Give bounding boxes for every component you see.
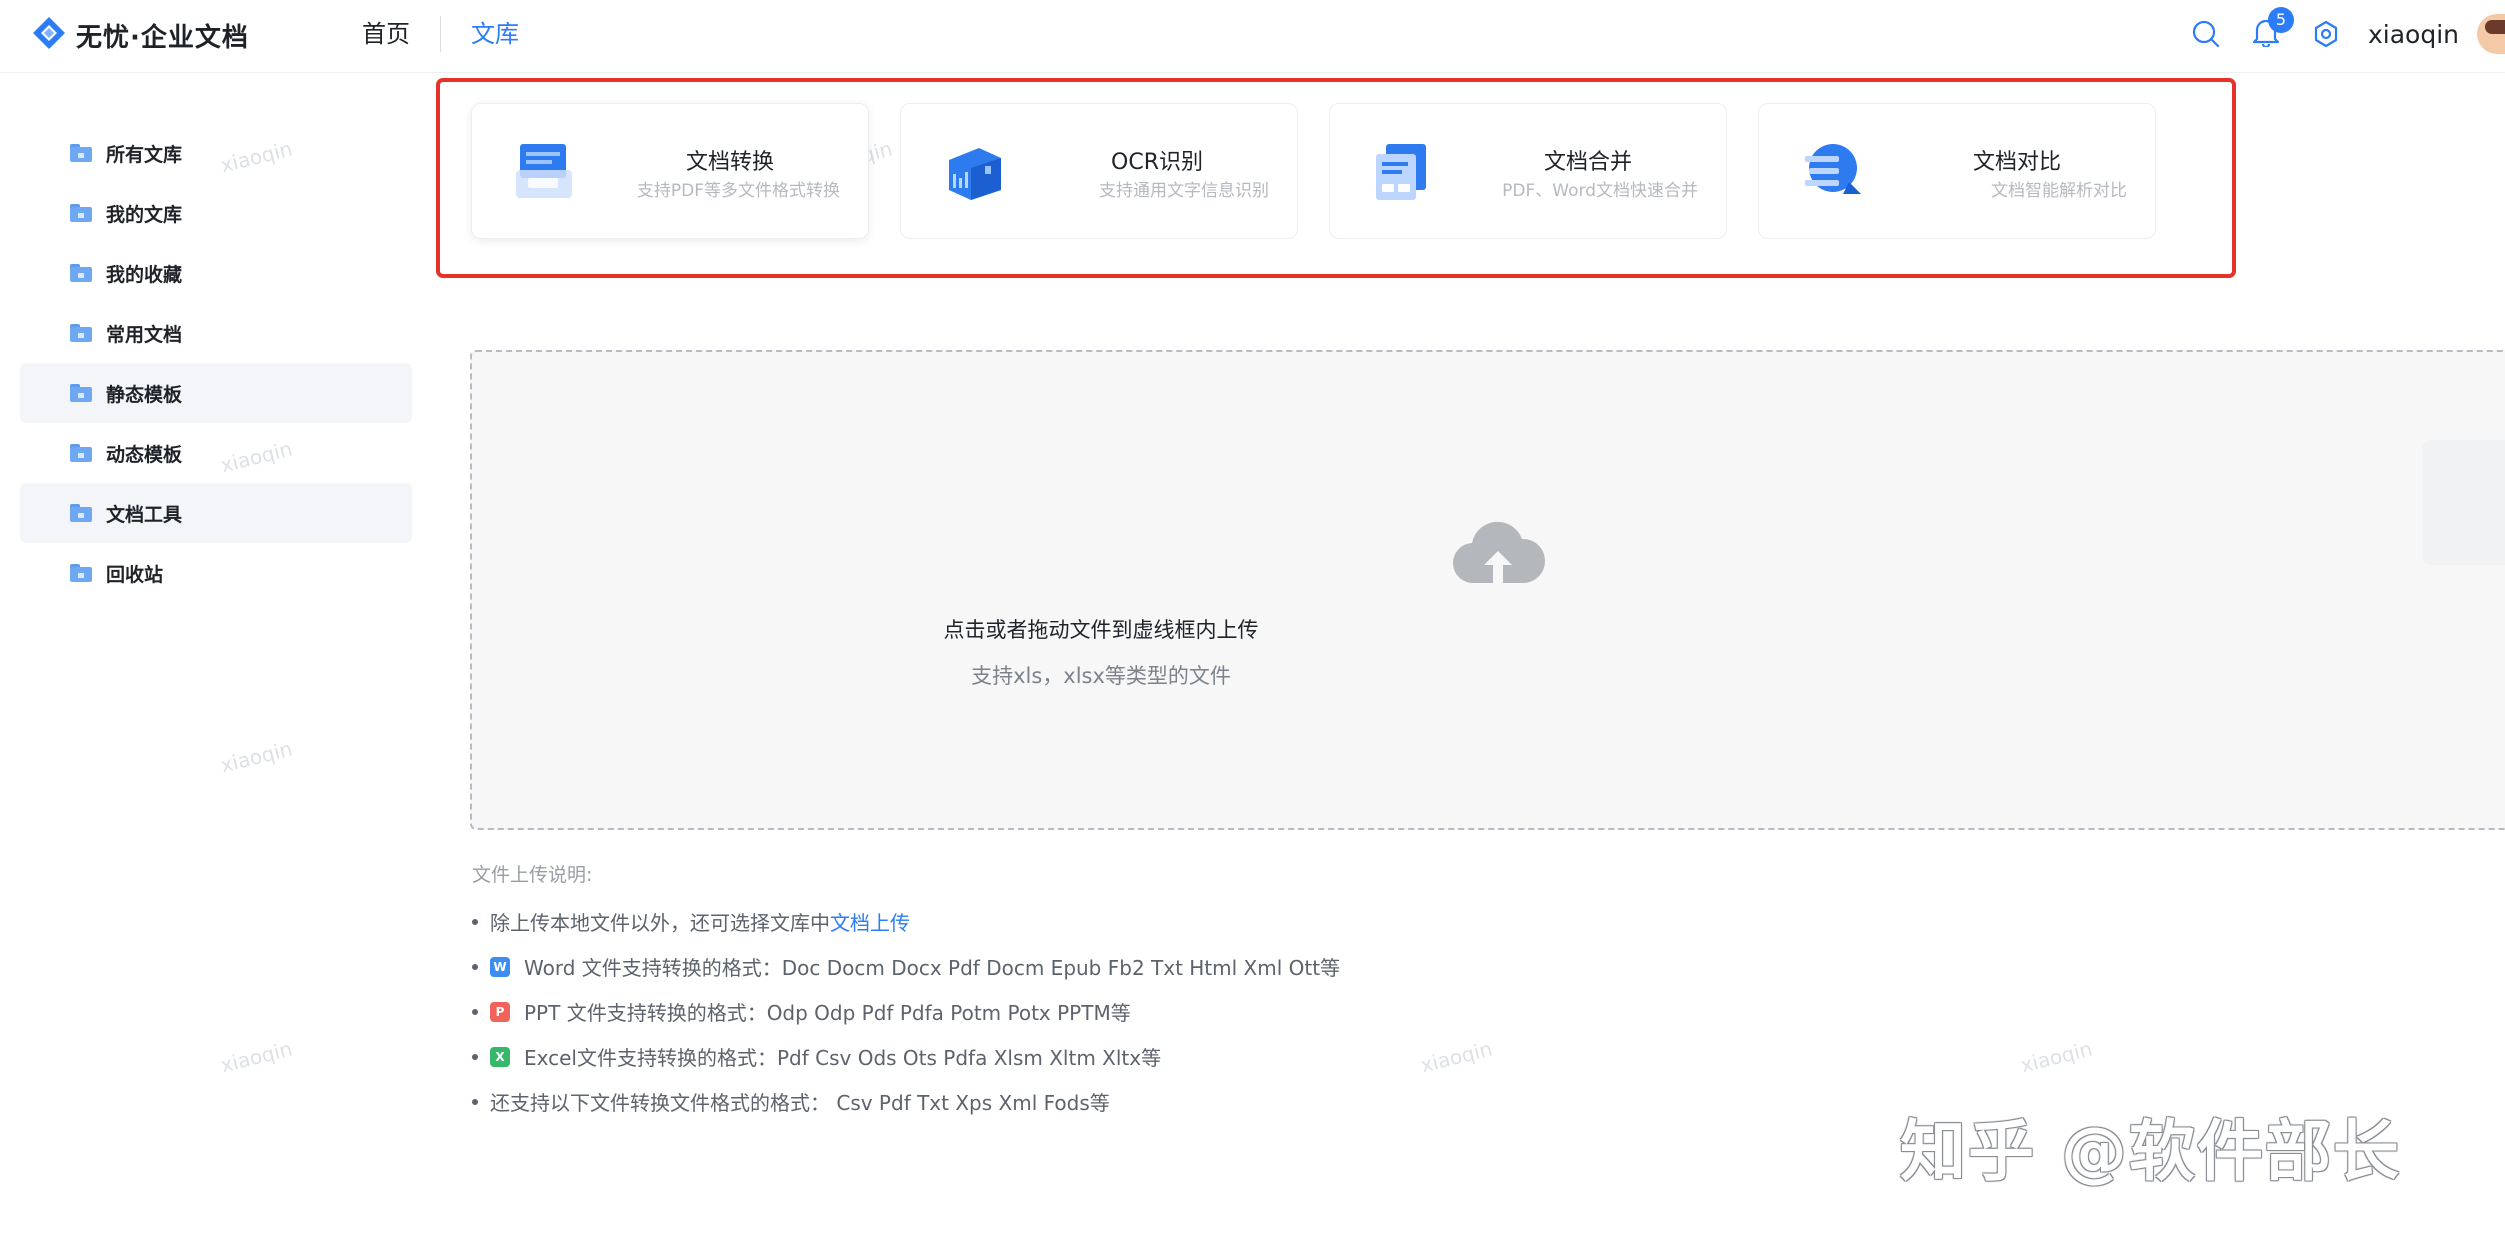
tool-card-doc-merge[interactable]: 文档合并 PDF、Word文档快速合并 — [1329, 103, 1727, 239]
sidebar-item-label: 所有文库 — [106, 143, 183, 166]
bullet-dot — [472, 1008, 478, 1015]
ppt-file-icon: P — [490, 1001, 510, 1022]
nav-library[interactable]: 文库 — [441, 17, 549, 51]
note-text: Excel文件支持转换的格式：Pdf Csv Ods Ots Pdfa Xlsm… — [524, 1046, 1162, 1070]
sidebar: 所有文库 我的文库 我的收藏 常用文档 静态模板 动态模板 文档工具 回收站 — [20, 123, 412, 603]
watermark-text: xiaoqin — [218, 736, 295, 778]
sidebar-item-common-docs[interactable]: 常用文档 — [20, 303, 412, 363]
notification-badge: 5 — [2267, 7, 2294, 33]
sidebar-item-my-library[interactable]: 我的文库 — [20, 183, 412, 243]
sidebar-item-label: 回收站 — [106, 563, 164, 586]
folder-icon — [70, 324, 92, 342]
sidebar-item-label: 静态模板 — [106, 383, 183, 406]
note-item: W Word 文件支持转换的格式：Doc Docm Docx Pdf Docm … — [472, 944, 1340, 989]
upload-dropzone[interactable]: 点击或者拖动文件到虚线框内上传 支持xls，xlsx等类型的文件 — [470, 350, 2505, 830]
header-actions: 5 xiaoqin — [2166, 0, 2505, 68]
side-panel-tab[interactable] — [2422, 440, 2505, 565]
folder-icon — [70, 384, 92, 402]
bullet-dot — [472, 1053, 478, 1060]
tool-title: 文档合并 — [1543, 150, 1632, 175]
note-item: X Excel文件支持转换的格式：Pdf Csv Ods Ots Pdfa Xl… — [472, 1034, 1340, 1079]
watermark-text: xiaoqin — [1418, 1036, 1495, 1078]
tool-desc: PDF、Word文档快速合并 — [1502, 181, 1698, 201]
tool-card-ocr[interactable]: OCR识别 支持通用文字信息识别 — [900, 103, 1298, 239]
upload-main-text: 点击或者拖动文件到虚线框内上传 — [943, 618, 1259, 642]
app-logo[interactable]: 无忧·企业文档 — [30, 14, 249, 56]
note-item: 除上传本地文件以外，还可选择文库中 文档上传 — [472, 899, 1340, 944]
top-header: 无忧·企业文档 首页 文库 5 xiaoqin — [0, 0, 2505, 73]
note-text: Word 文件支持转换的格式：Doc Docm Docx Pdf Docm Ep… — [524, 956, 1341, 980]
sidebar-item-label: 文档工具 — [106, 503, 183, 526]
sidebar-item-label: 常用文档 — [106, 323, 183, 346]
watermark-text: xiaoqin — [2018, 1036, 2095, 1078]
word-file-icon: W — [490, 956, 510, 977]
main-nav: 首页 文库 — [362, 16, 549, 52]
bullet-dot — [472, 963, 478, 970]
folder-icon — [70, 564, 92, 582]
corner-watermark: 知乎 @软件部长 — [1900, 1113, 2401, 1190]
watermark-text: xiaoqin — [218, 1036, 295, 1078]
folder-icon — [70, 504, 92, 522]
upload-notes: 文件上传说明: 除上传本地文件以外，还可选择文库中 文档上传 W Word 文件… — [472, 860, 1340, 1124]
sidebar-item-static-templates[interactable]: 静态模板 — [20, 363, 412, 423]
note-text: 除上传本地文件以外，还可选择文库中 — [490, 911, 830, 935]
tool-desc: 支持PDF等多文件格式转换 — [636, 181, 840, 201]
note-text: 还支持以下文件转换文件格式的格式： Csv Pdf Txt Xps Xml Fo… — [490, 1091, 1110, 1115]
avatar[interactable] — [2477, 14, 2505, 54]
notification-button[interactable]: 5 — [2246, 7, 2294, 54]
tool-title: 文档转换 — [685, 150, 774, 175]
sidebar-item-label: 我的收藏 — [106, 263, 183, 286]
sidebar-item-favorites[interactable]: 我的收藏 — [20, 243, 412, 303]
tool-desc: 文档智能解析对比 — [1991, 181, 2127, 201]
doc-upload-link[interactable]: 文档上传 — [830, 907, 910, 936]
folder-icon — [70, 444, 92, 462]
sidebar-item-label: 我的文库 — [106, 203, 183, 226]
nav-home[interactable]: 首页 — [362, 17, 440, 51]
note-text: PPT 文件支持转换的格式：Odp Odp Pdf Pdfa Potm Potx… — [524, 1001, 1131, 1025]
settings-gear-icon[interactable] — [2306, 14, 2346, 54]
sidebar-item-recycle-bin[interactable]: 回收站 — [20, 543, 412, 603]
tool-title: 文档对比 — [1972, 150, 2061, 175]
folder-icon — [70, 264, 92, 282]
username[interactable]: xiaoqin — [2368, 20, 2459, 49]
logo-text: 无忧·企业文档 — [76, 22, 249, 53]
logo-icon — [30, 14, 68, 56]
sidebar-item-doc-tools[interactable]: 文档工具 — [20, 483, 412, 543]
notes-title: 文件上传说明: — [472, 864, 593, 886]
bullet-dot — [472, 1098, 478, 1105]
note-item: 还支持以下文件转换文件格式的格式： Csv Pdf Txt Xps Xml Fo… — [472, 1079, 1340, 1124]
sidebar-item-dynamic-templates[interactable]: 动态模板 — [20, 423, 412, 483]
search-icon[interactable] — [2186, 14, 2226, 54]
tool-desc: 支持通用文字信息识别 — [1099, 181, 1269, 201]
excel-file-icon: X — [490, 1046, 510, 1067]
bullet-dot — [472, 918, 478, 925]
cloud-upload-icon — [1450, 517, 1546, 587]
upload-sub-text: 支持xls，xlsx等类型的文件 — [971, 664, 1231, 688]
sidebar-item-all-libraries[interactable]: 所有文库 — [20, 123, 412, 183]
tool-title: OCR识别 — [1111, 150, 1203, 175]
tool-card-doc-convert[interactable]: 文档转换 支持PDF等多文件格式转换 — [471, 103, 869, 239]
folder-icon — [70, 144, 92, 162]
sidebar-item-label: 动态模板 — [106, 443, 183, 466]
tool-card-doc-compare[interactable]: 文档对比 文档智能解析对比 — [1758, 103, 2156, 239]
folder-icon — [70, 204, 92, 222]
note-item: P PPT 文件支持转换的格式：Odp Odp Pdf Pdfa Potm Po… — [472, 989, 1340, 1034]
